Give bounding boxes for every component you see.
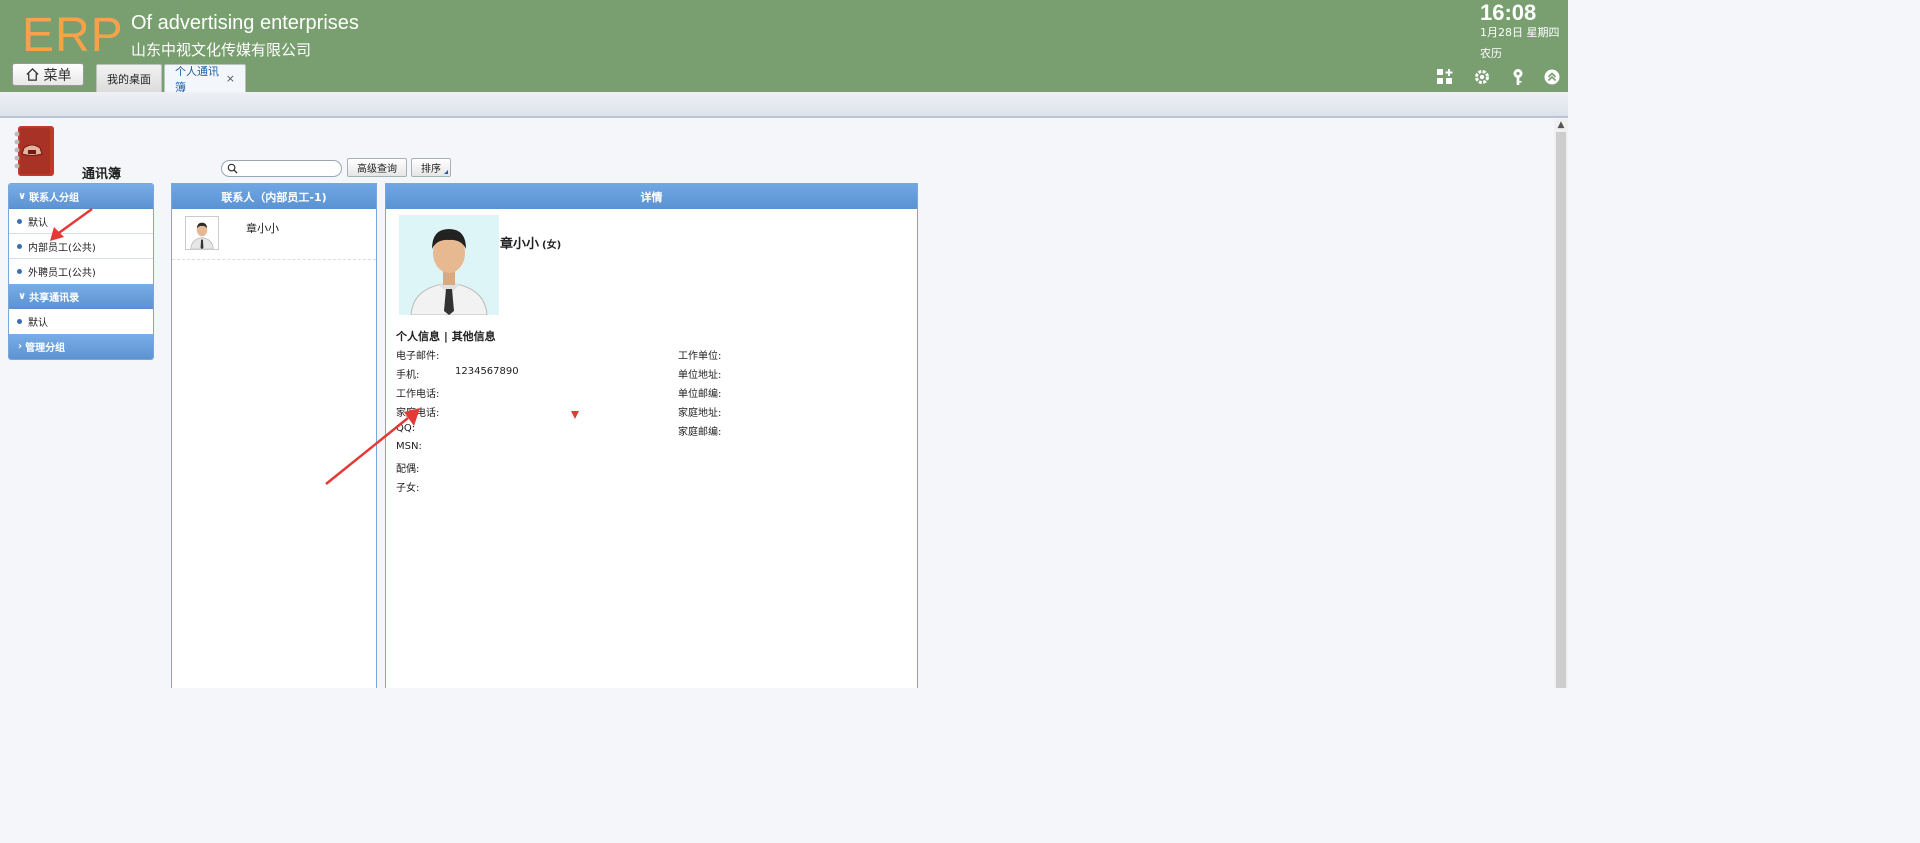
contact-photo <box>399 215 499 315</box>
chevron-down-icon: ∨ <box>18 190 27 202</box>
contact-name: 章小小 <box>246 222 279 235</box>
field-label: 家庭电话: <box>396 408 440 419</box>
page-title: 通讯簿 <box>82 167 122 182</box>
tab-close-icon[interactable]: × <box>226 72 235 85</box>
advanced-search-button[interactable]: 高级查询 <box>347 158 407 177</box>
search-icon <box>227 163 238 174</box>
sort-button[interactable]: 排序 <box>411 158 451 177</box>
bullet-icon <box>17 218 22 224</box>
nav-item-label: 默认 <box>28 318 48 329</box>
field-spouse: 配偶: <box>396 460 419 475</box>
nav-item-label: 默认 <box>28 217 48 229</box>
tab-my-desktop-label: 我的桌面 <box>107 72 151 86</box>
nav-item-label: 外聘员工(公共) <box>28 268 96 279</box>
menu-button[interactable]: 菜单 <box>12 63 84 86</box>
company-name: 山东中视文化传媒有限公司 <box>131 41 312 59</box>
field-label: 单位地址: <box>678 370 722 381</box>
nav-group-shared-contacts[interactable]: ∨ 共享通讯录 <box>9 284 153 309</box>
field-label: 单位邮编: <box>678 389 722 400</box>
annotation-marker-icon <box>571 411 579 419</box>
nav-group-manage-groups[interactable]: › 管理分组 <box>9 334 153 359</box>
details-panel-header: 详情 <box>386 184 917 209</box>
nav-group-label: 管理分组 <box>25 343 66 354</box>
detail-name: 章小小 (女) <box>500 233 561 252</box>
field-email: 电子邮件: <box>396 347 439 362</box>
nav-group-contact-groups[interactable]: ∨ 联系人分组 <box>9 184 153 209</box>
add-widget-icon[interactable] <box>1436 68 1454 86</box>
contacts-panel-header: 联系人（内部员工-1) <box>172 184 376 209</box>
home-icon <box>25 67 39 81</box>
collapse-up-icon[interactable] <box>1543 68 1561 86</box>
nav-group-label: 共享通讯录 <box>29 292 80 304</box>
sort-button-label: 排序 <box>421 164 441 175</box>
bullet-icon <box>17 269 22 274</box>
tab-other-info[interactable]: 其他信息 <box>452 330 496 343</box>
field-qq: QQ: <box>396 423 415 434</box>
nav-item-shared-default[interactable]: 默认 <box>9 309 153 334</box>
field-label: 手机: <box>396 370 420 381</box>
sort-caret-icon <box>444 170 448 174</box>
settings-gear-icon[interactable] <box>1473 68 1491 86</box>
field-children: 子女: <box>396 479 419 494</box>
tab-personal-address-book[interactable]: 个人通讯簿 × <box>164 64 246 94</box>
app-logo: ERP <box>22 9 124 62</box>
field-home-address: 家庭地址: <box>678 404 721 419</box>
field-value: 1234567890 <box>455 366 519 377</box>
field-home-phone: 家庭电话: <box>396 404 439 419</box>
nav-item-external-staff[interactable]: 外聘员工(公共) <box>9 259 153 284</box>
list-item[interactable]: 章小小 <box>172 209 376 260</box>
field-label: 工作单位: <box>678 351 722 362</box>
detail-name-text: 章小小 <box>500 237 540 252</box>
nav-item-default[interactable]: 默认 <box>9 209 153 234</box>
nav-group-label: 联系人分组 <box>29 192 80 204</box>
field-label: 配偶: <box>396 464 420 475</box>
chevron-right-icon: › <box>18 341 23 352</box>
bullet-icon <box>17 319 22 324</box>
nav-item-label: 内部员工(公共) <box>28 242 96 254</box>
contact-group-nav: ∨ 联系人分组 默认 内部员工(公共) 外聘员工(公共) ∨ 共享通讯录 默认 … <box>8 183 154 360</box>
bullet-icon <box>17 243 22 249</box>
scroll-up-icon[interactable]: ▲ <box>1554 120 1568 132</box>
tab-my-desktop[interactable]: 我的桌面 <box>96 64 162 92</box>
lunar-calendar-label: 农历 <box>1480 47 1502 60</box>
avatar <box>185 216 219 250</box>
clock-date: 1月28日 星期四 <box>1480 26 1560 39</box>
detail-gender: (女) <box>542 240 562 251</box>
tab-personal-info[interactable]: 个人信息 <box>396 330 440 343</box>
field-label: 电子邮件: <box>396 351 440 362</box>
field-employer-postcode: 单位邮编: <box>678 385 721 400</box>
tab-separator: | <box>440 330 452 343</box>
key-icon[interactable] <box>1509 68 1527 86</box>
search-input[interactable] <box>240 162 338 175</box>
address-book-icon <box>14 126 54 176</box>
field-label: 子女: <box>396 483 420 494</box>
field-label: 家庭邮编: <box>678 427 722 438</box>
field-work-phone: 工作电话: <box>396 385 439 400</box>
app-subtitle-en: Of advertising enterprises <box>131 12 359 34</box>
field-home-postcode: 家庭邮编: <box>678 423 721 438</box>
menu-button-label: 菜单 <box>43 67 72 84</box>
field-label: 家庭地址: <box>678 408 722 419</box>
scrollbar-thumb[interactable] <box>1556 132 1566 688</box>
tab-personal-address-book-label: 个人通讯簿 <box>175 64 219 94</box>
field-employer: 工作单位: <box>678 347 721 362</box>
field-mobile: 手机: 1234567890 <box>396 366 519 381</box>
search-box <box>221 160 342 177</box>
details-panel: 详情 章小小 (女) 个人信息 | 其他信息 电子邮件: 手机: 123456789… <box>385 183 918 688</box>
clock-time: 16:08 <box>1480 0 1537 25</box>
field-label: 工作电话: <box>396 389 440 400</box>
contacts-panel: 联系人（内部员工-1) 章小小 <box>171 183 377 688</box>
field-msn: MSN: <box>396 441 422 452</box>
info-tabs: 个人信息 | 其他信息 <box>396 328 496 344</box>
field-employer-address: 单位地址: <box>678 366 721 381</box>
toolbar-strip <box>0 92 1568 118</box>
field-label: QQ: <box>396 423 416 434</box>
chevron-down-icon: ∨ <box>18 290 27 302</box>
top-header: ERP Of advertising enterprises 山东中视文化传媒有… <box>0 0 1568 94</box>
field-label: MSN: <box>396 441 422 452</box>
nav-item-internal-staff[interactable]: 内部员工(公共) <box>9 234 153 259</box>
